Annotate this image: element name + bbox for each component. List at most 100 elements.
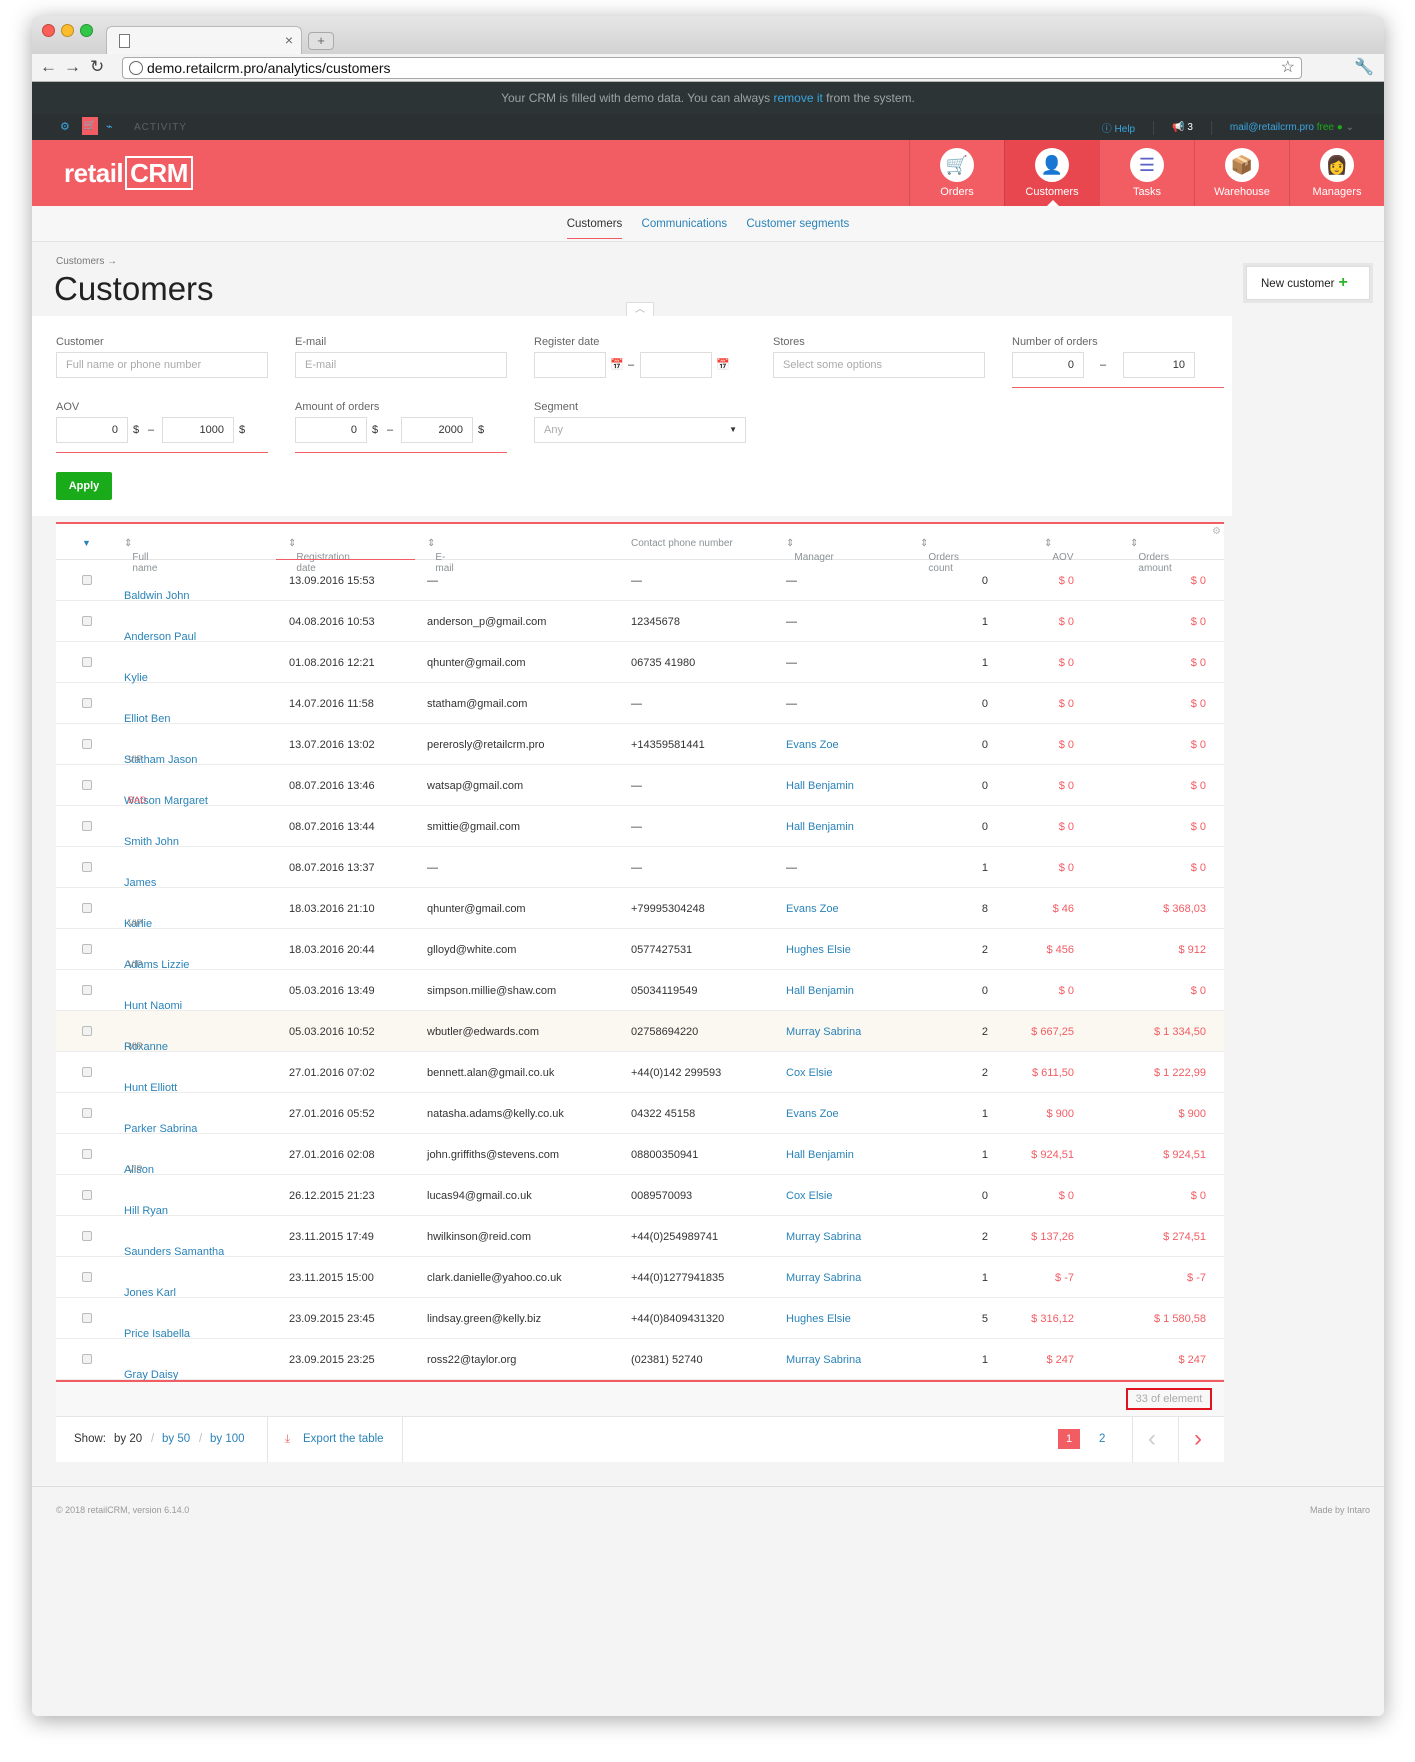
module-orders[interactable]: 🛒 Orders bbox=[909, 140, 1004, 206]
page-size-50[interactable]: by 50 bbox=[162, 1433, 190, 1445]
row-checkbox[interactable] bbox=[82, 1231, 92, 1241]
calendar-icon[interactable]: 📅 bbox=[610, 358, 624, 371]
module-tasks[interactable]: ☰ Tasks bbox=[1099, 140, 1194, 206]
manager-link[interactable]: Evans Zoe bbox=[786, 1108, 839, 1120]
chart-icon[interactable]: ⌁ bbox=[106, 120, 113, 133]
manager-link[interactable]: Murray Sabrina bbox=[786, 1272, 861, 1284]
minimize-window-button[interactable] bbox=[61, 24, 74, 37]
module-managers[interactable]: 👩 Managers bbox=[1289, 140, 1384, 206]
manager-link[interactable]: Hall Benjamin bbox=[786, 1149, 854, 1161]
amount-to[interactable]: 2000 bbox=[401, 417, 473, 443]
manager-link[interactable]: Hall Benjamin bbox=[786, 821, 854, 833]
manager-link[interactable]: Evans Zoe bbox=[786, 903, 839, 915]
table-row[interactable]: Karlie VIP 18.03.2016 21:10 qhunter@gmail.c… bbox=[56, 888, 1224, 930]
manager-link[interactable]: Murray Sabrina bbox=[786, 1231, 861, 1243]
column-email[interactable]: ⇕ E-mail bbox=[427, 538, 454, 574]
prev-page-icon[interactable]: ‹ bbox=[1148, 1425, 1156, 1453]
table-row[interactable]: Baldwin John 13.09.2016 15:53— — —0 $ 0 $ 0 bbox=[56, 560, 1224, 602]
segment-select[interactable]: Any ▼ bbox=[534, 417, 746, 443]
row-checkbox[interactable] bbox=[82, 862, 92, 872]
manager-link[interactable]: Hall Benjamin bbox=[786, 780, 854, 792]
table-row[interactable]: Hunt Naomi 05.03.2016 13:49 simpson.millie… bbox=[56, 970, 1224, 1012]
table-row[interactable]: Watson Margaret BAD 08.07.2016 13:46 watsap… bbox=[56, 765, 1224, 807]
table-row[interactable]: Smith John 08.07.2016 13:44 smittie@gmail.… bbox=[56, 806, 1224, 848]
url-field[interactable]: demo.retailcrm.pro/analytics/customers ☆ bbox=[122, 57, 1302, 79]
customer-filter-input[interactable]: Full name or phone number bbox=[56, 352, 268, 378]
table-row[interactable]: Alison VIP 27.01.2016 02:08 john.griffiths@… bbox=[56, 1134, 1224, 1176]
forward-arrow-icon[interactable]: → bbox=[64, 57, 81, 77]
row-checkbox[interactable] bbox=[82, 698, 92, 708]
gear-icon[interactable]: ⚙ bbox=[60, 120, 70, 133]
table-row[interactable]: Hill Ryan 26.12.2015 21:23 lucas94@gmail.c… bbox=[56, 1175, 1224, 1217]
subnav-customer-segments[interactable]: Customer segments bbox=[746, 218, 849, 230]
help-link[interactable]: ⓘ Help bbox=[1102, 120, 1135, 135]
table-row[interactable]: Hunt Elliott 27.01.2016 07:02 bennett.alan… bbox=[56, 1052, 1224, 1094]
next-page-icon[interactable]: › bbox=[1194, 1425, 1202, 1453]
email-filter-input[interactable]: E-mail bbox=[295, 352, 507, 378]
select-all-arrow-icon[interactable]: ▼ bbox=[82, 538, 91, 548]
column-registration-date[interactable]: ⇕ Registration date bbox=[288, 538, 350, 574]
row-checkbox[interactable] bbox=[82, 1026, 92, 1036]
row-checkbox[interactable] bbox=[82, 944, 92, 954]
table-row[interactable]: Kylie 01.08.2016 12:21 qhunter@gmail.com 06… bbox=[56, 642, 1224, 684]
table-row[interactable]: Adams Lizzie VIP 18.03.2016 20:44 glloyd@wh… bbox=[56, 929, 1224, 971]
row-checkbox[interactable] bbox=[82, 657, 92, 667]
browser-tab[interactable]: × bbox=[106, 26, 302, 54]
bookmark-star-icon[interactable]: ☆ bbox=[1281, 58, 1295, 78]
apply-button[interactable]: Apply bbox=[56, 472, 112, 500]
orders-number-to[interactable]: 10 bbox=[1123, 352, 1195, 378]
subnav-communications[interactable]: Communications bbox=[642, 218, 728, 230]
table-row[interactable]: Parker Sabrina 27.01.2016 05:52 natasha.ad… bbox=[56, 1093, 1224, 1135]
aov-from[interactable]: 0 bbox=[56, 417, 128, 443]
row-checkbox[interactable] bbox=[82, 1108, 92, 1118]
table-settings-gear-icon[interactable]: ⚙ bbox=[1212, 526, 1221, 537]
notifications-button[interactable]: 📢 3 bbox=[1172, 122, 1193, 133]
table-row[interactable]: Statham Jason VIP 13.07.2016 13:02 pererosl… bbox=[56, 724, 1224, 766]
module-warehouse[interactable]: 📦 Warehouse bbox=[1194, 140, 1289, 206]
collapse-filters-button[interactable]: ︿ bbox=[626, 302, 654, 316]
row-checkbox[interactable] bbox=[82, 985, 92, 995]
row-checkbox[interactable] bbox=[82, 616, 92, 626]
manager-link[interactable]: Murray Sabrina bbox=[786, 1026, 861, 1038]
table-row[interactable]: Elliot Ben 14.07.2016 11:58 statham@gmail.… bbox=[56, 683, 1224, 725]
column-orders-count[interactable]: ⇕ Orders count bbox=[920, 538, 959, 574]
manager-link[interactable]: Murray Sabrina bbox=[786, 1354, 861, 1366]
page-size-100[interactable]: by 100 bbox=[210, 1433, 245, 1445]
row-checkbox[interactable] bbox=[82, 1190, 92, 1200]
zoom-window-button[interactable] bbox=[80, 24, 93, 37]
new-tab-button[interactable]: + bbox=[308, 32, 334, 50]
row-checkbox[interactable] bbox=[82, 575, 92, 585]
row-checkbox[interactable] bbox=[82, 1149, 92, 1159]
close-tab-icon[interactable]: × bbox=[285, 32, 293, 48]
export-table-link[interactable]: Export the table bbox=[303, 1433, 384, 1445]
breadcrumb[interactable]: Customers → bbox=[56, 256, 117, 267]
row-checkbox[interactable] bbox=[82, 1067, 92, 1077]
logo[interactable]: retail CRM bbox=[64, 156, 193, 190]
subnav-customers[interactable]: Customers bbox=[566, 218, 623, 239]
new-customer-button[interactable]: New customer + bbox=[1246, 266, 1370, 300]
manager-link[interactable]: Evans Zoe bbox=[786, 739, 839, 751]
activity-label[interactable]: ACTIVITY bbox=[134, 122, 187, 133]
row-checkbox[interactable] bbox=[82, 780, 92, 790]
manager-link[interactable]: Hall Benjamin bbox=[786, 985, 854, 997]
manager-link[interactable]: Cox Elsie bbox=[786, 1067, 832, 1079]
calendar-icon[interactable]: 📅 bbox=[716, 358, 730, 371]
table-row[interactable]: Saunders Samantha 23.11.2015 17:49 hwilkin… bbox=[56, 1216, 1224, 1258]
register-date-from[interactable] bbox=[534, 352, 606, 378]
table-row[interactable]: Price Isabella 23.09.2015 23:45 lindsay.gr… bbox=[56, 1298, 1224, 1340]
remove-demo-link[interactable]: remove it bbox=[773, 91, 822, 105]
page-2-button[interactable]: 2 bbox=[1099, 1433, 1105, 1445]
back-arrow-icon[interactable]: ← bbox=[40, 57, 57, 77]
stores-select[interactable]: Select some options bbox=[773, 352, 985, 378]
account-menu[interactable]: mail@retailcrm.pro free ● ⌄ bbox=[1230, 122, 1354, 133]
table-row[interactable]: Roxanne VIP 05.03.2016 10:52 wbutler@edward… bbox=[56, 1011, 1224, 1053]
row-checkbox[interactable] bbox=[82, 903, 92, 913]
row-checkbox[interactable] bbox=[82, 821, 92, 831]
page-1-button[interactable]: 1 bbox=[1058, 1429, 1080, 1449]
register-date-to[interactable] bbox=[640, 352, 712, 378]
wrench-icon[interactable]: 🔧 bbox=[1354, 57, 1374, 77]
row-checkbox[interactable] bbox=[82, 1354, 92, 1364]
orders-number-from[interactable]: 0 bbox=[1012, 352, 1084, 378]
module-customers[interactable]: 👤 Customers bbox=[1004, 140, 1099, 206]
row-checkbox[interactable] bbox=[82, 1313, 92, 1323]
